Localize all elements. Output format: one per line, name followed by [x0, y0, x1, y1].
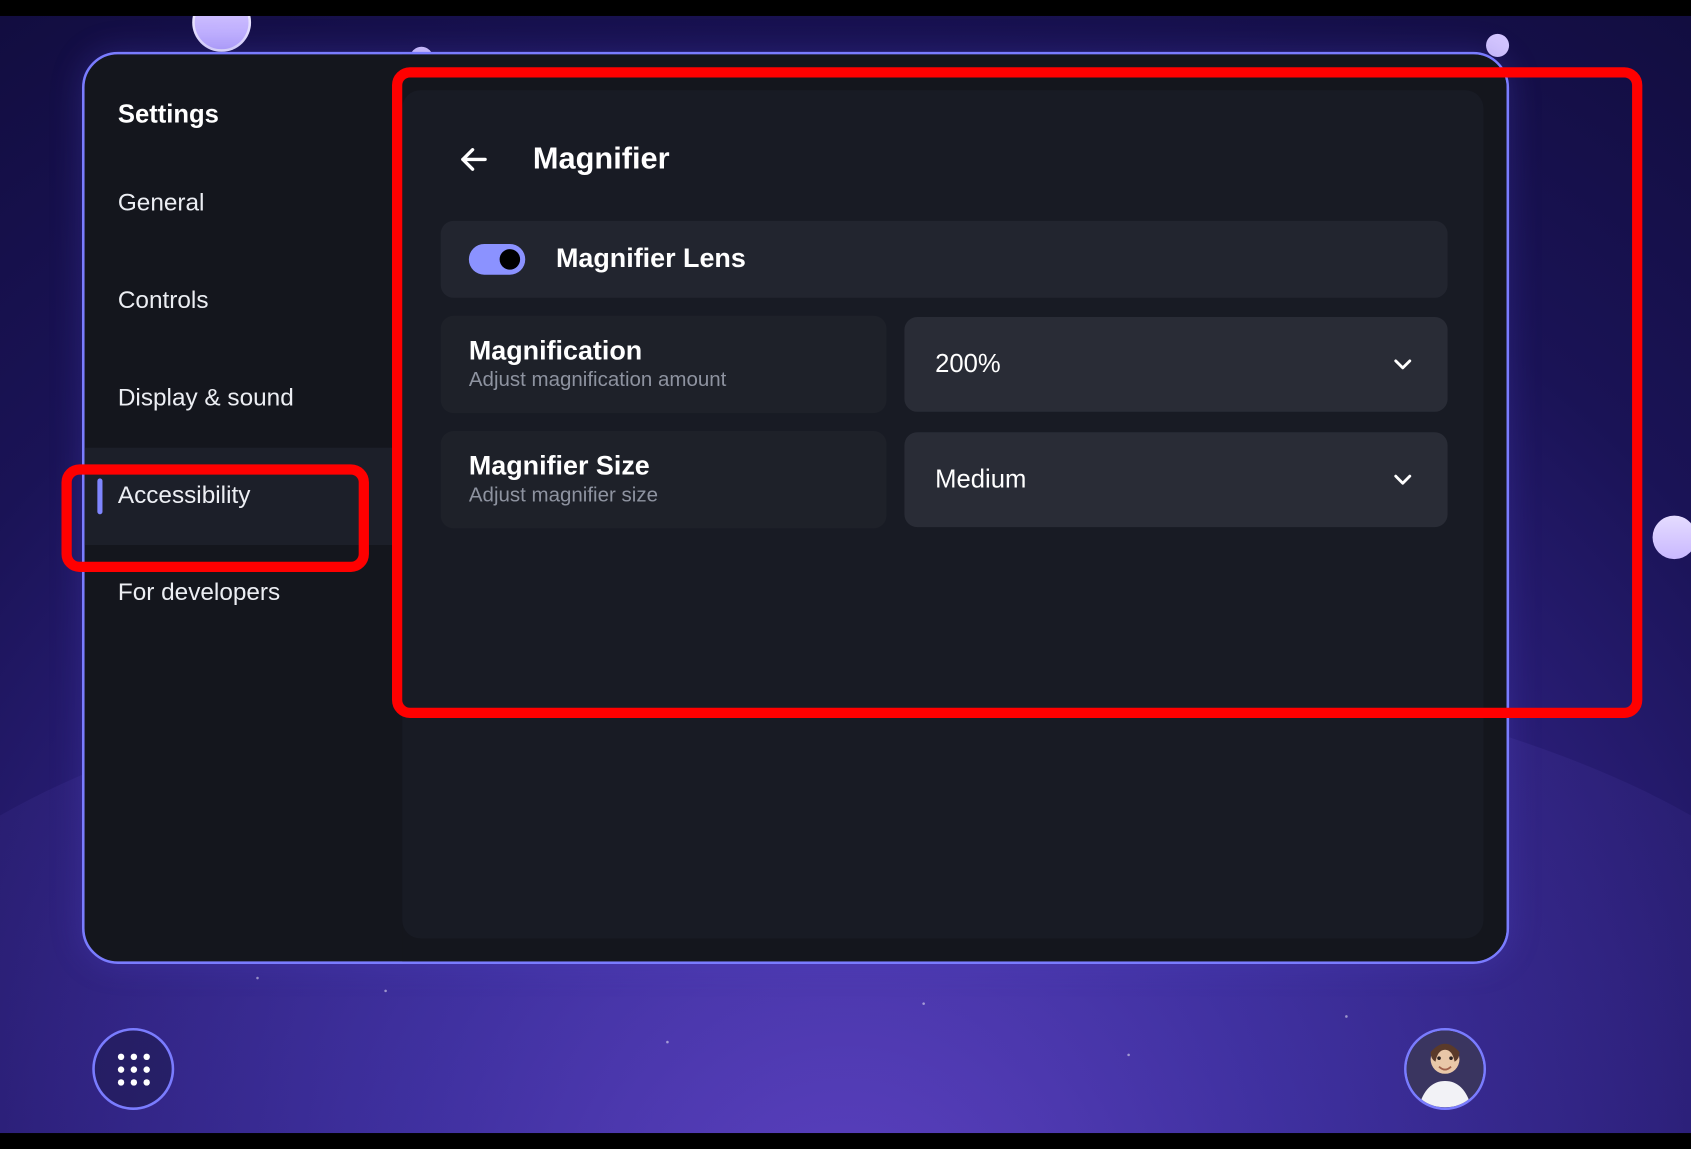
- sidebar-item-label: Controls: [118, 288, 209, 316]
- setting-sublabel: Adjust magnification amount: [469, 370, 858, 393]
- dropdown-value: 200%: [935, 350, 1001, 379]
- sidebar: Settings General Controls Display & soun…: [85, 54, 403, 961]
- chevron-down-icon: [1389, 466, 1417, 494]
- setting-row-magnifier-lens: Magnifier Lens: [441, 221, 1448, 298]
- orb-decoration: [192, 16, 251, 52]
- magnifier-lens-toggle[interactable]: [469, 244, 525, 275]
- back-button[interactable]: [451, 136, 497, 182]
- magnification-dropdown[interactable]: 200%: [904, 317, 1447, 412]
- setting-sublabel: Adjust magnifier size: [469, 485, 858, 508]
- sidebar-item-label: For developers: [118, 580, 280, 608]
- avatar-button[interactable]: [1404, 1028, 1486, 1110]
- avatar-icon: [1407, 1031, 1484, 1108]
- content-area: Magnifier Magnifier Lens Magnification A…: [402, 54, 1506, 961]
- setting-row-magnification: Magnification Adjust magnification amoun…: [441, 316, 1448, 413]
- app-launcher-button[interactable]: [92, 1028, 174, 1110]
- settings-window: Settings General Controls Display & soun…: [82, 52, 1509, 964]
- sidebar-item-general[interactable]: General: [85, 156, 403, 253]
- dropdown-value: Medium: [935, 465, 1026, 494]
- arrow-left-icon: [457, 143, 490, 176]
- orb-decoration: [1486, 34, 1509, 57]
- setting-row-magnifier-size: Magnifier Size Adjust magnifier size Med…: [441, 431, 1448, 528]
- grid-icon: [117, 1053, 149, 1085]
- orb-decoration: [1653, 516, 1691, 560]
- page-title: Magnifier: [533, 142, 670, 178]
- sidebar-item-display-sound[interactable]: Display & sound: [85, 350, 403, 447]
- setting-label: Magnifier Size: [469, 452, 858, 483]
- sidebar-item-accessibility[interactable]: Accessibility: [85, 448, 403, 545]
- sidebar-item-label: General: [118, 190, 205, 218]
- sidebar-title: Settings: [85, 75, 403, 156]
- page-header: Magnifier: [441, 124, 1448, 221]
- magnifier-size-dropdown[interactable]: Medium: [904, 432, 1447, 527]
- sidebar-item-for-developers[interactable]: For developers: [85, 545, 403, 642]
- setting-label: Magnifier Lens: [556, 244, 746, 275]
- sidebar-item-controls[interactable]: Controls: [85, 253, 403, 350]
- setting-label: Magnification: [469, 336, 858, 367]
- sidebar-item-label: Display & sound: [118, 385, 294, 413]
- chevron-down-icon: [1389, 350, 1417, 378]
- sidebar-item-label: Accessibility: [118, 482, 251, 510]
